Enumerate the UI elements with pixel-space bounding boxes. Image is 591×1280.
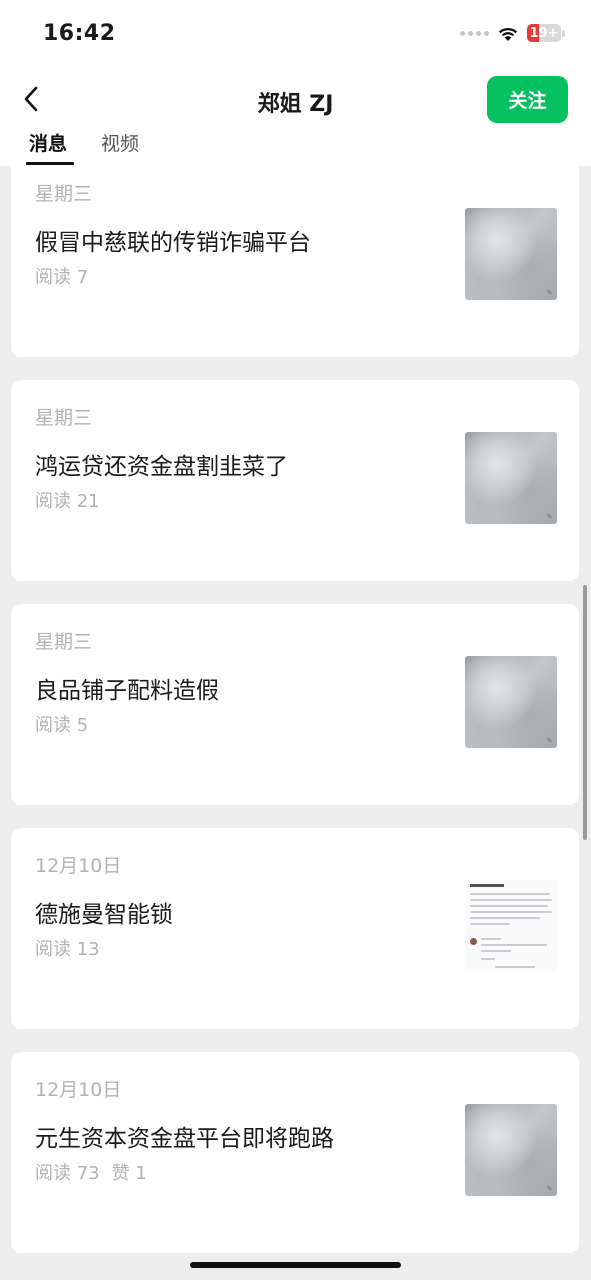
read-count: 阅读 7: [35, 267, 89, 288]
post-card[interactable]: 星期三 鸿运贷还资金盘割韭菜了 阅读 21 ✎: [11, 380, 579, 581]
tab-videos[interactable]: 视频: [101, 130, 139, 166]
like-count: 赞 1: [111, 1163, 147, 1184]
post-date: 12月10日: [35, 855, 122, 877]
post-thumbnail: ✎: [465, 432, 557, 524]
post-title: 假冒中慈联的传销诈骗平台: [35, 230, 311, 256]
post-thumbnail: ✎: [465, 208, 557, 300]
status-indicators: 19+: [460, 24, 565, 42]
post-date: 星期三: [35, 407, 93, 429]
message-feed[interactable]: 星期三 假冒中慈联的传销诈骗平台 阅读 7 ✎ 星期三 鸿运贷还资金盘割韭菜了 …: [0, 166, 591, 1280]
post-stats: 阅读 21: [35, 487, 100, 513]
active-tab-indicator: [26, 162, 74, 165]
battery-icon: 19+: [527, 24, 565, 42]
read-count: 阅读 13: [35, 939, 100, 960]
scrollbar[interactable]: [583, 585, 587, 840]
post-thumbnail: ✎: [465, 1104, 557, 1196]
post-title: 元生资本资金盘平台即将跑路: [35, 1126, 334, 1152]
post-stats: 阅读 73 赞 1: [35, 1159, 147, 1185]
post-card[interactable]: 星期三 良品铺子配料造假 阅读 5 ✎: [11, 604, 579, 805]
post-date: 星期三: [35, 183, 93, 205]
post-thumbnail: ✎: [465, 656, 557, 748]
post-date: 星期三: [35, 631, 93, 653]
post-card[interactable]: 12月10日 元生资本资金盘平台即将跑路 阅读 73 赞 1 ✎: [11, 1052, 579, 1253]
status-time: 16:42: [43, 21, 116, 46]
follow-button[interactable]: 关注: [487, 76, 568, 123]
post-stats: 阅读 7: [35, 263, 88, 289]
status-bar: 16:42 19+: [0, 0, 591, 70]
read-count: 阅读 5: [35, 715, 89, 736]
battery-level: 19+: [529, 25, 559, 41]
post-stats: 阅读 13: [35, 935, 100, 961]
home-indicator[interactable]: [190, 1262, 401, 1268]
post-title: 鸿运贷还资金盘割韭菜了: [35, 454, 288, 480]
signal-dots-icon: [460, 30, 489, 36]
tab-messages[interactable]: 消息: [29, 130, 67, 166]
post-title: 德施曼智能锁: [35, 902, 173, 928]
post-card[interactable]: 星期三 假冒中慈联的传销诈骗平台 阅读 7 ✎: [11, 166, 579, 357]
post-thumbnail: [465, 880, 557, 972]
nav-bar: 郑姐 ZJ 关注: [0, 70, 591, 130]
read-count: 阅读 73: [35, 1163, 100, 1184]
post-title: 良品铺子配料造假: [35, 678, 219, 704]
tab-bar: 消息 视频: [0, 130, 591, 166]
wifi-icon: [498, 27, 518, 41]
read-count: 阅读 21: [35, 491, 100, 512]
post-date: 12月10日: [35, 1079, 122, 1101]
post-card[interactable]: 12月10日 德施曼智能锁 阅读 13: [11, 828, 579, 1029]
post-stats: 阅读 5: [35, 711, 88, 737]
